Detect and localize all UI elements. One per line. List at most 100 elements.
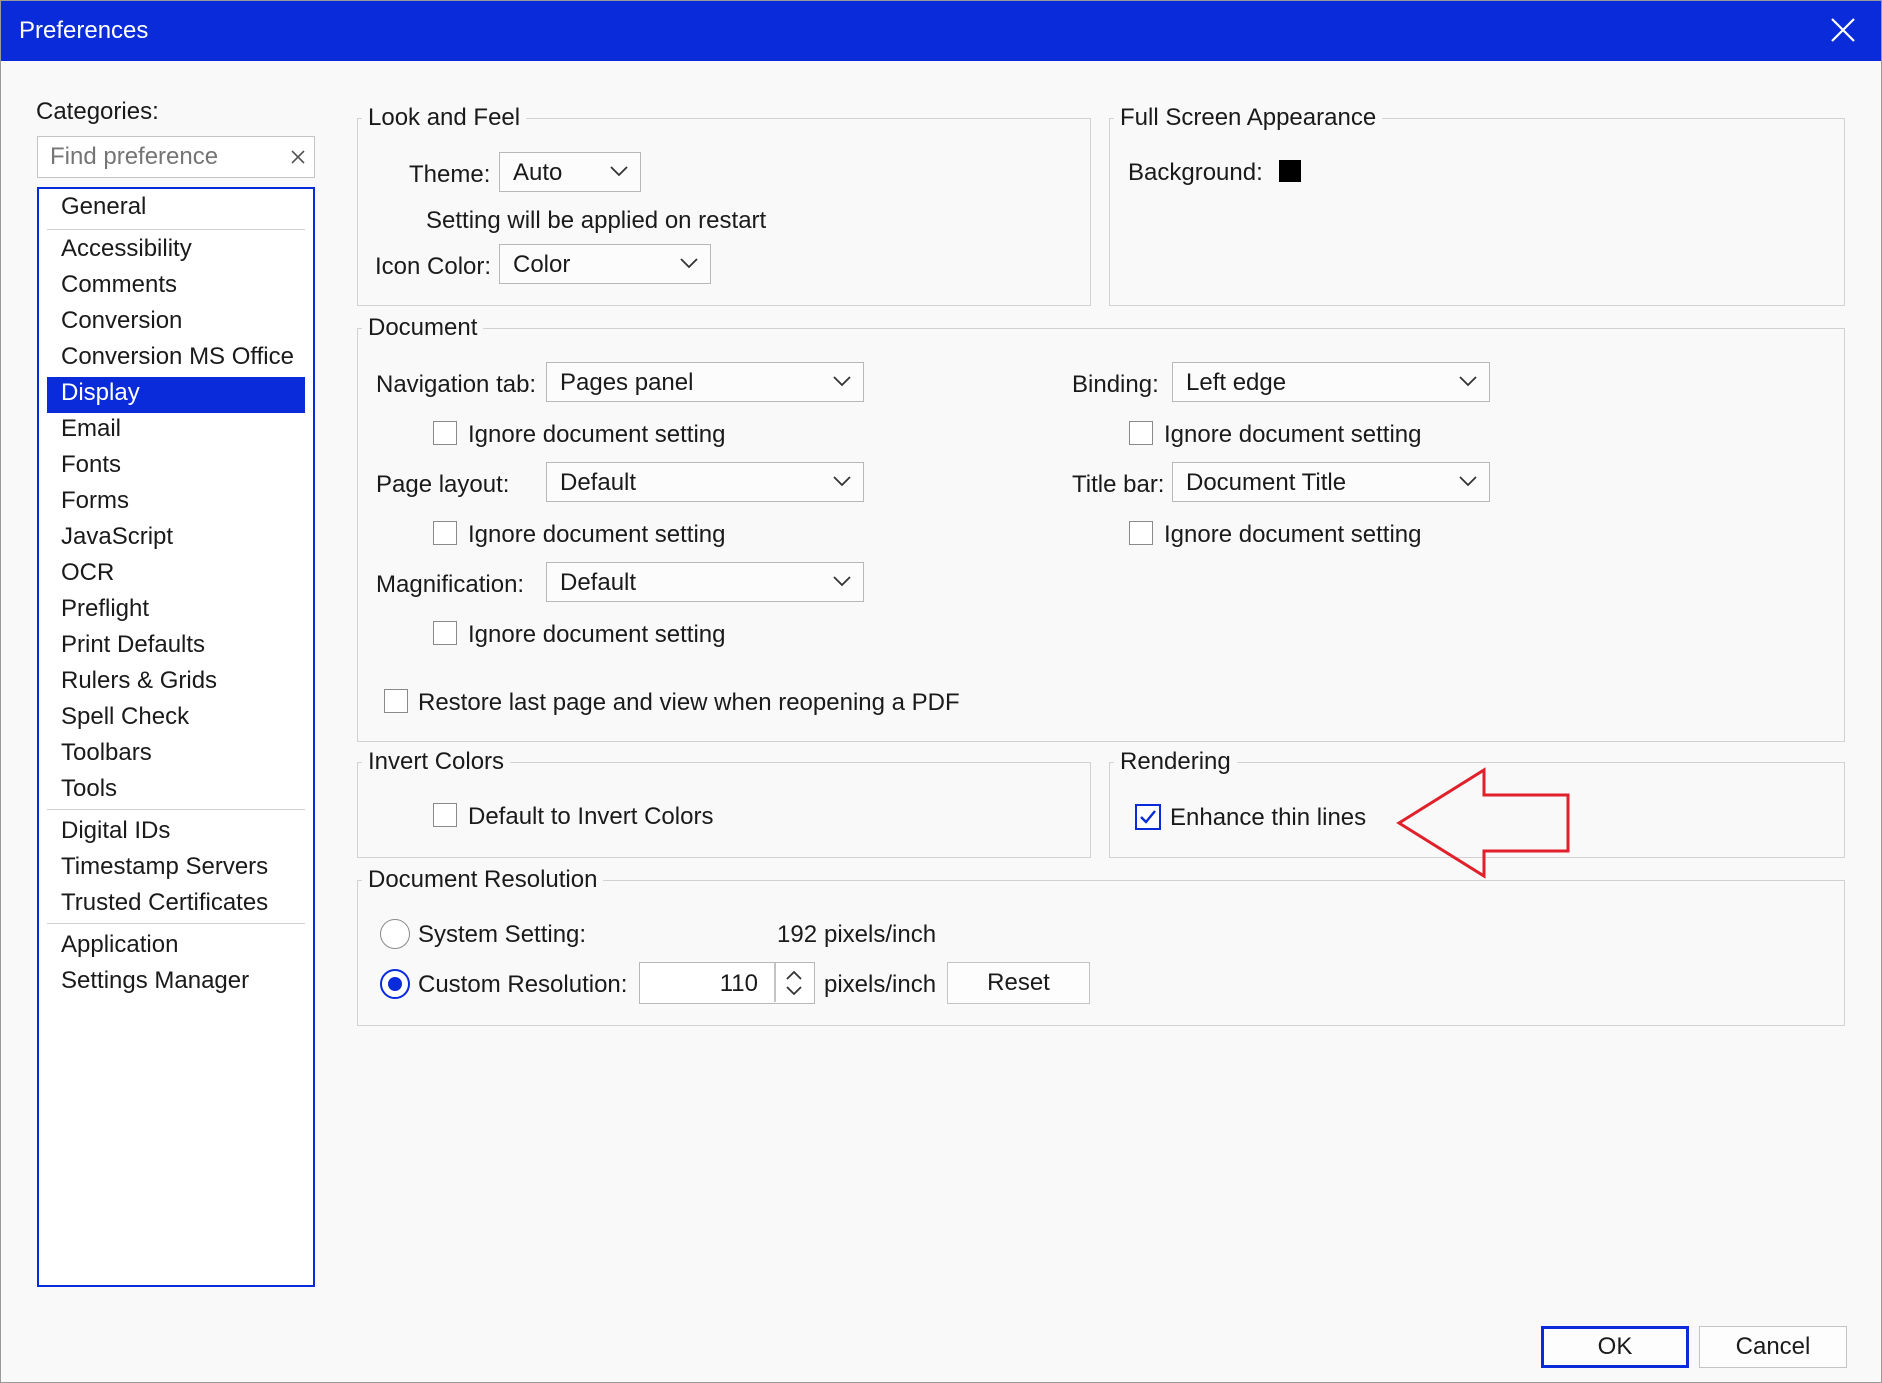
close-icon: [1831, 18, 1855, 42]
system-setting-radio[interactable]: [380, 919, 410, 949]
ignore-magnification-label: Ignore document setting: [468, 621, 726, 648]
binding-value: Left edge: [1186, 369, 1287, 396]
category-item-accessibility[interactable]: Accessibility: [61, 235, 192, 263]
categories-label: Categories:: [36, 98, 159, 125]
annotation-arrow-icon: [1396, 767, 1570, 879]
theme-value: Auto: [513, 159, 563, 186]
category-item-application[interactable]: Application: [61, 931, 178, 959]
category-list: General Accessibility Comments Conversio…: [37, 187, 315, 1287]
search-input[interactable]: [48, 141, 272, 173]
ignore-magnification-checkbox[interactable]: [433, 621, 457, 645]
ignore-navigation-checkbox[interactable]: [433, 421, 457, 445]
page-layout-dropdown[interactable]: Default: [546, 462, 864, 502]
chevron-down-icon: [1459, 376, 1477, 387]
system-resolution-value: 192: [777, 921, 818, 948]
category-item-ocr[interactable]: OCR: [61, 559, 114, 587]
magnification-value: Default: [560, 569, 637, 596]
theme-dropdown[interactable]: Auto: [499, 152, 641, 192]
title-bar-label: Title bar:: [1072, 471, 1165, 498]
category-item-display[interactable]: Display: [61, 379, 140, 407]
chevron-down-icon: [833, 576, 851, 587]
icon-color-dropdown[interactable]: Color: [499, 244, 711, 284]
binding-label: Binding:: [1072, 371, 1159, 398]
category-item-conversion[interactable]: Conversion: [61, 307, 182, 335]
category-item-print-defaults[interactable]: Print Defaults: [61, 631, 205, 659]
spinner-arrows-icon[interactable]: [784, 970, 804, 996]
title-bar-dropdown[interactable]: Document Title: [1172, 462, 1490, 502]
theme-label: Theme:: [409, 161, 491, 188]
category-separator: [47, 923, 305, 924]
category-item-trusted-certificates[interactable]: Trusted Certificates: [61, 889, 268, 917]
checkmark-icon: [1140, 810, 1156, 824]
restart-note: Setting will be applied on restart: [426, 207, 767, 234]
category-item-rulers-grids[interactable]: Rulers & Grids: [61, 667, 217, 695]
enhance-thin-lines-checkbox[interactable]: [1135, 804, 1161, 830]
ok-button[interactable]: OK: [1541, 1326, 1689, 1368]
document-resolution-legend: Document Resolution: [362, 866, 604, 894]
ignore-binding-label: Ignore document setting: [1164, 421, 1422, 448]
reset-button[interactable]: Reset: [947, 962, 1090, 1004]
custom-resolution-spinbox[interactable]: 110: [639, 962, 815, 1004]
category-separator: [47, 229, 305, 230]
rendering-legend: Rendering: [1114, 748, 1237, 776]
category-item-toolbars[interactable]: Toolbars: [61, 739, 152, 767]
magnification-label: Magnification:: [376, 571, 525, 598]
category-item-javascript[interactable]: JavaScript: [61, 523, 173, 551]
full-screen-group: [1109, 118, 1845, 306]
ignore-page-layout-label: Ignore document setting: [468, 521, 726, 548]
category-item-fonts[interactable]: Fonts: [61, 451, 121, 479]
category-item-timestamp-servers[interactable]: Timestamp Servers: [61, 853, 268, 881]
navigation-tab-dropdown[interactable]: Pages panel: [546, 362, 864, 402]
invert-colors-label: Default to Invert Colors: [468, 803, 714, 830]
background-label: Background:: [1128, 159, 1263, 186]
category-item-forms[interactable]: Forms: [61, 487, 129, 515]
category-search-box[interactable]: [37, 136, 315, 178]
category-item-email[interactable]: Email: [61, 415, 121, 443]
clear-search-icon[interactable]: [290, 149, 306, 165]
navigation-tab-value: Pages panel: [560, 369, 694, 396]
system-setting-label: System Setting:: [418, 921, 587, 948]
page-layout-value: Default: [560, 469, 637, 496]
ignore-navigation-label: Ignore document setting: [468, 421, 726, 448]
close-button[interactable]: [1823, 9, 1863, 51]
chevron-down-icon: [833, 376, 851, 387]
category-item-spell-check[interactable]: Spell Check: [61, 703, 189, 731]
chevron-down-icon: [610, 166, 628, 177]
restore-last-page-label: Restore last page and view when reopenin…: [418, 689, 960, 716]
magnification-dropdown[interactable]: Default: [546, 562, 864, 602]
invert-colors-checkbox[interactable]: [433, 803, 457, 827]
custom-resolution-label: Custom Resolution:: [418, 971, 628, 998]
ignore-binding-checkbox[interactable]: [1129, 421, 1153, 445]
ignore-page-layout-checkbox[interactable]: [433, 521, 457, 545]
invert-colors-legend: Invert Colors: [362, 748, 511, 776]
document-resolution-group: [357, 880, 1845, 1026]
category-item-general[interactable]: General: [61, 193, 146, 221]
cancel-button[interactable]: Cancel: [1699, 1326, 1847, 1368]
category-item-digital-ids[interactable]: Digital IDs: [61, 817, 170, 845]
page-layout-label: Page layout:: [376, 471, 510, 498]
background-color-swatch[interactable]: [1279, 160, 1301, 182]
category-separator: [47, 809, 305, 810]
ignore-title-bar-checkbox[interactable]: [1129, 521, 1153, 545]
category-item-comments[interactable]: Comments: [61, 271, 177, 299]
category-item-tools[interactable]: Tools: [61, 775, 117, 803]
binding-dropdown[interactable]: Left edge: [1172, 362, 1490, 402]
navigation-tab-label: Navigation tab:: [376, 371, 537, 398]
title-bar-value: Document Title: [1186, 469, 1347, 496]
icon-color-value: Color: [513, 251, 571, 278]
full-screen-legend: Full Screen Appearance: [1114, 104, 1383, 132]
custom-resolution-radio[interactable]: [380, 969, 410, 999]
window-title: Preferences: [19, 17, 149, 44]
spinbox-divider: [774, 963, 776, 1002]
icon-color-label: Icon Color:: [375, 253, 492, 280]
custom-resolution-value: 110: [719, 970, 758, 997]
category-item-conversion-ms-office[interactable]: Conversion MS Office: [61, 343, 294, 371]
category-item-preflight[interactable]: Preflight: [61, 595, 149, 623]
category-item-settings-manager[interactable]: Settings Manager: [61, 967, 249, 995]
chevron-down-icon: [833, 476, 851, 487]
restore-last-page-checkbox[interactable]: [384, 689, 408, 713]
radio-selected-dot: [388, 977, 402, 991]
custom-resolution-unit: pixels/inch: [824, 971, 937, 998]
chevron-down-icon: [1459, 476, 1477, 487]
title-bar: Preferences: [1, 1, 1881, 61]
